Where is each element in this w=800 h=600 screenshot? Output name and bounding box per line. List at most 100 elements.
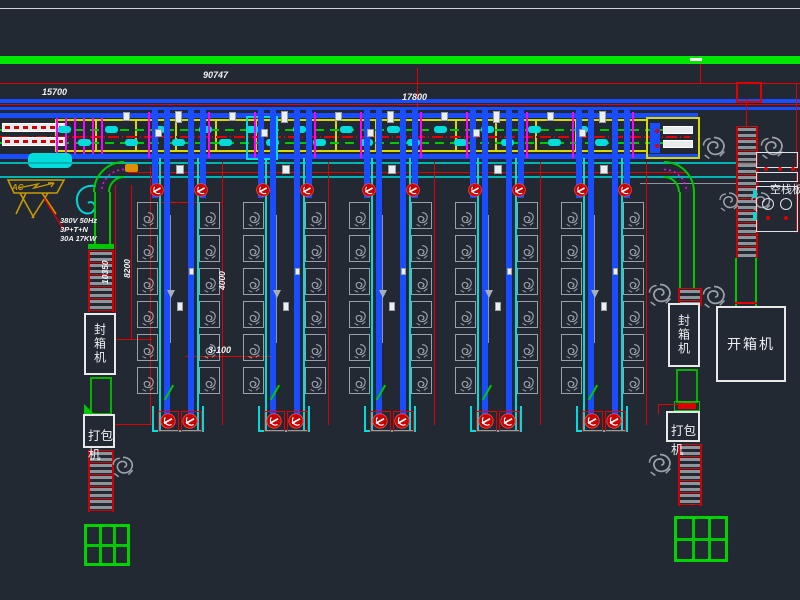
operator-glyph bbox=[413, 276, 431, 294]
operator-glyph bbox=[625, 243, 643, 261]
branch-rail bbox=[693, 192, 695, 288]
dim-drop-a: 10350 bbox=[100, 260, 110, 284]
left-case-sealer-label: 封箱机 bbox=[92, 323, 109, 365]
flow-arrow bbox=[591, 290, 599, 298]
workstation-symbol bbox=[517, 268, 538, 295]
operator-glyph bbox=[457, 210, 475, 228]
junction-stop bbox=[466, 112, 468, 158]
carrier-plate bbox=[283, 302, 289, 311]
operator-glyph bbox=[201, 243, 219, 261]
operator-glyph bbox=[307, 309, 325, 327]
junction-stop bbox=[420, 112, 422, 158]
operator-glyph bbox=[139, 210, 157, 228]
transfer-roller bbox=[663, 140, 693, 148]
tote-symbol bbox=[595, 139, 608, 146]
workstation-symbol bbox=[561, 268, 582, 295]
sensor-box bbox=[493, 111, 500, 123]
stopper-bank-magenta bbox=[56, 118, 104, 154]
operator-glyph bbox=[245, 309, 263, 327]
tote-symbol bbox=[548, 139, 561, 146]
operator-glyph bbox=[351, 243, 369, 261]
rotary-drive bbox=[255, 182, 271, 198]
operator-glyph bbox=[307, 375, 325, 393]
carrier-plate bbox=[613, 268, 618, 275]
sensor-box bbox=[387, 111, 394, 123]
workstation-symbol bbox=[517, 235, 538, 262]
carrier-plate bbox=[189, 268, 194, 275]
carrier-plate bbox=[177, 302, 183, 311]
operator-glyph bbox=[625, 342, 643, 360]
transfer-roller bbox=[663, 126, 693, 134]
workstation-symbol bbox=[517, 301, 538, 328]
sensor-box bbox=[335, 112, 342, 121]
flow-arrow bbox=[167, 290, 175, 298]
operator-glyph bbox=[625, 276, 643, 294]
workstation-symbol bbox=[243, 334, 264, 361]
operator-glyph bbox=[563, 375, 581, 393]
marker-dot bbox=[778, 167, 782, 171]
rotary-drive bbox=[193, 182, 209, 198]
workstation-symbol bbox=[243, 301, 264, 328]
feed-box bbox=[736, 82, 762, 103]
workstation-symbol bbox=[561, 202, 582, 229]
right-strapper-label: 打包机 bbox=[671, 420, 698, 458]
tote-symbol bbox=[172, 139, 185, 146]
operator-glyph bbox=[245, 276, 263, 294]
operator-glyph bbox=[351, 210, 369, 228]
operator-glyph bbox=[139, 276, 157, 294]
operator-glyph bbox=[245, 210, 263, 228]
border-top-line bbox=[0, 8, 800, 9]
transfer-unit-drive bbox=[650, 123, 660, 153]
flow-line bbox=[382, 215, 383, 343]
junction-stop bbox=[572, 112, 574, 158]
junction-stop bbox=[360, 112, 362, 158]
workstation-symbol bbox=[199, 202, 220, 229]
rotary-drive bbox=[299, 182, 315, 198]
flow-line bbox=[170, 215, 171, 343]
carrier-plate bbox=[507, 268, 512, 275]
operator-glyph bbox=[351, 276, 369, 294]
opener-rail bbox=[735, 258, 737, 306]
junction-stop bbox=[254, 112, 256, 158]
conveyor-lane bbox=[294, 108, 300, 426]
flow-line bbox=[276, 215, 277, 343]
junction-stop bbox=[632, 112, 634, 158]
turn-wheel bbox=[371, 412, 389, 430]
operator-glyph bbox=[201, 309, 219, 327]
carrier-plate bbox=[295, 268, 300, 275]
tote-symbol bbox=[78, 139, 91, 146]
workstation-symbol bbox=[455, 367, 476, 394]
operator-glyph bbox=[139, 309, 157, 327]
workstation-symbol bbox=[561, 301, 582, 328]
rotary-drive bbox=[361, 182, 377, 198]
workbench-ac-label: AC bbox=[11, 183, 24, 192]
operator-glyph bbox=[413, 243, 431, 261]
dim-section-length: 17800 bbox=[402, 92, 427, 102]
rotary-drive bbox=[405, 182, 421, 198]
operator-glyph bbox=[519, 375, 537, 393]
workstation-symbol bbox=[349, 301, 370, 328]
power-line-1: 380V 50Hz bbox=[60, 216, 97, 225]
workstation-symbol bbox=[455, 235, 476, 262]
dim-total-length: 90747 bbox=[203, 70, 228, 80]
tote-symbol bbox=[58, 126, 71, 133]
operator-glyph bbox=[307, 276, 325, 294]
marker-dot bbox=[764, 167, 768, 171]
operator-glyph bbox=[519, 276, 537, 294]
operator-glyph bbox=[457, 309, 475, 327]
conveyor-lane bbox=[188, 108, 194, 426]
operator-glyph bbox=[519, 243, 537, 261]
main-green-rail bbox=[0, 56, 800, 64]
branch-rail bbox=[109, 192, 111, 247]
operator-glyph bbox=[563, 309, 581, 327]
operator-symbol bbox=[700, 132, 728, 164]
rotary-drive bbox=[573, 182, 589, 198]
operator-glyph bbox=[351, 309, 369, 327]
sensor-box bbox=[261, 129, 268, 137]
workstation-symbol bbox=[349, 367, 370, 394]
tote-symbol bbox=[219, 139, 232, 146]
operator-glyph bbox=[139, 375, 157, 393]
workstation-symbol bbox=[349, 202, 370, 229]
turn-wheel bbox=[159, 412, 177, 430]
pallet-grid-line bbox=[677, 538, 725, 541]
